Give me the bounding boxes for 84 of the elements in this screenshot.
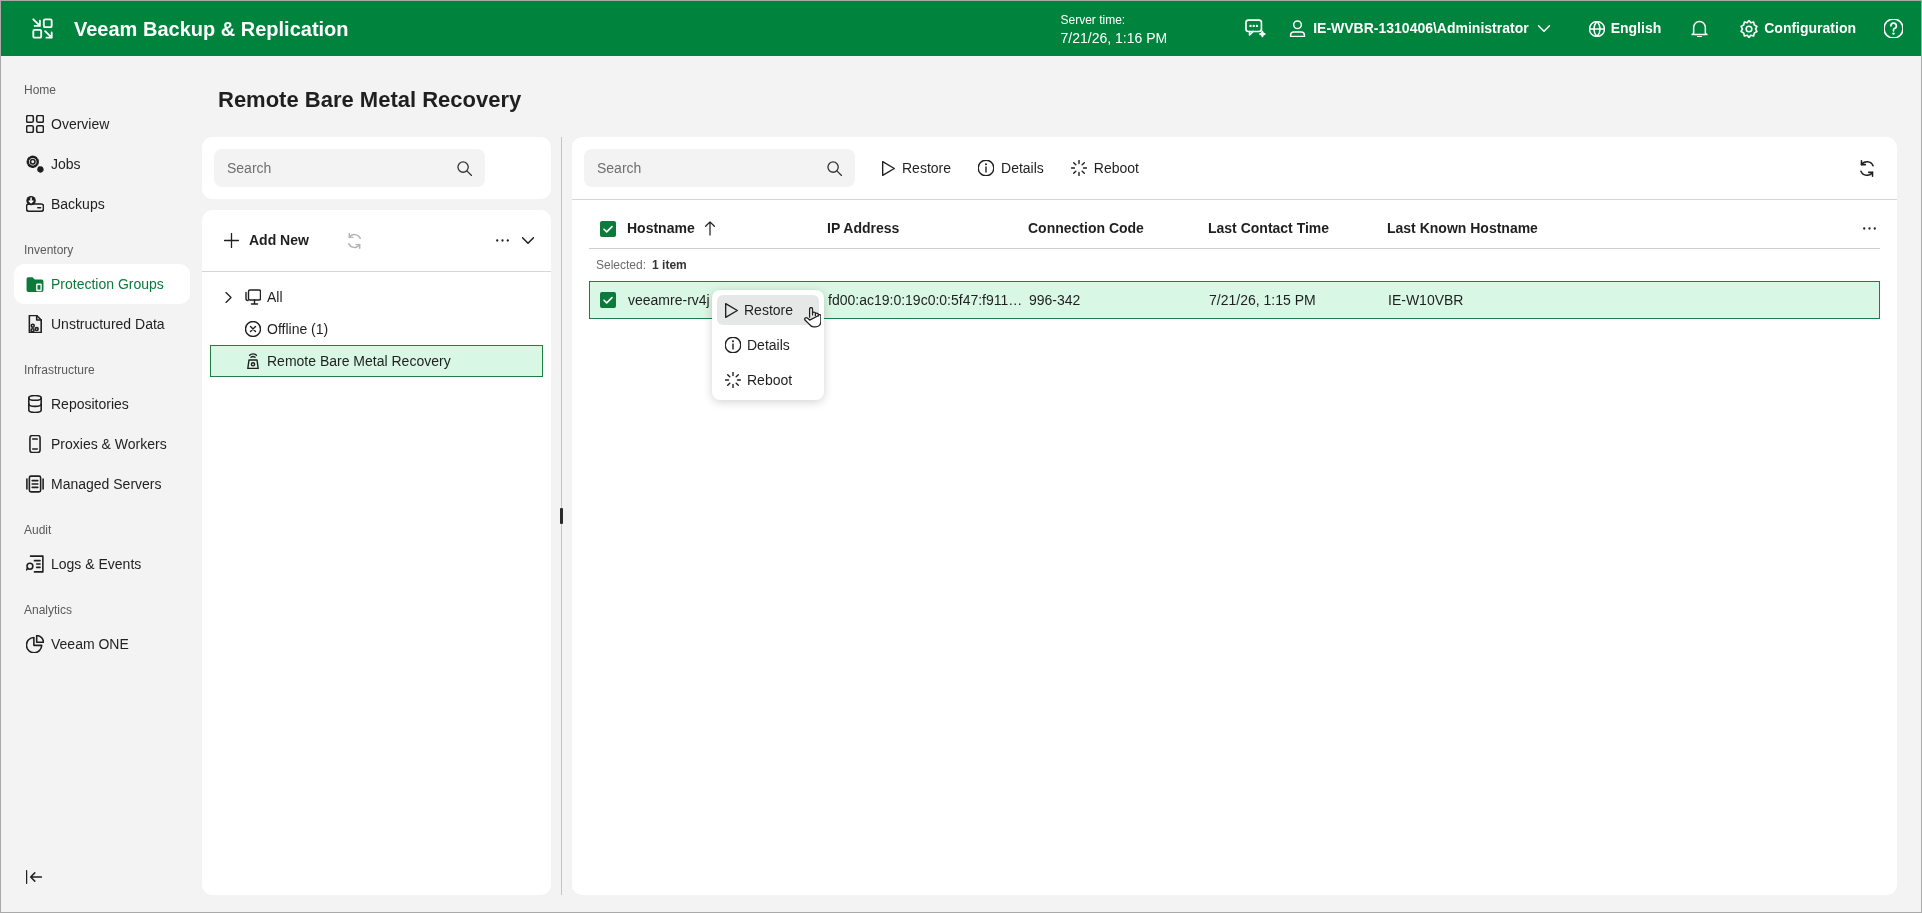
section-label: Home	[24, 83, 56, 97]
search-field[interactable]: Search	[584, 149, 855, 187]
column-header[interactable]: Connection Code	[1028, 218, 1144, 239]
sidebar-item[interactable]: Unstructured Data	[14, 304, 190, 344]
help-icon[interactable]	[1884, 19, 1903, 38]
table-cell-text: fd00:ac19:0:19c0:0:5f47:f911…	[828, 290, 1023, 310]
server-stack-icon	[26, 475, 44, 493]
play-icon	[882, 160, 895, 176]
gears-icon	[26, 155, 44, 173]
configuration-button[interactable]: Configuration	[1740, 10, 1856, 47]
search-icon	[827, 161, 842, 176]
chat-sparkle-icon[interactable]	[1245, 19, 1267, 38]
app-title: Veeam Backup & Replication	[74, 16, 349, 42]
info-icon	[978, 160, 995, 176]
toolbar-button[interactable]: Restore	[877, 152, 957, 184]
column-header[interactable]: Hostname	[627, 218, 715, 239]
sidebar-item[interactable]: Overview	[14, 104, 190, 144]
page-title: Remote Bare Metal Recovery	[218, 86, 522, 114]
server-time-value: 7/21/26, 1:16 PM	[1060, 28, 1168, 47]
tree-item[interactable]: Remote Bare Metal Recovery	[210, 345, 543, 377]
more-icon[interactable]	[1863, 227, 1876, 230]
sidebar-item[interactable]: Jobs	[14, 144, 190, 184]
sidebar-item[interactable]: Proxies & Workers	[14, 424, 190, 464]
pie-chart-icon	[26, 635, 44, 653]
checkbox[interactable]	[600, 220, 616, 237]
tree-item[interactable]: Offline (1)	[210, 313, 543, 345]
server-time-label: Server time:	[1060, 11, 1127, 29]
search-icon	[457, 161, 472, 176]
checkbox[interactable]	[600, 292, 616, 308]
hand-pointer-icon	[804, 307, 821, 328]
section-label: Analytics	[24, 603, 73, 617]
table-cell-text: IE-W10VBR	[1388, 290, 1464, 310]
monitor-icon	[245, 289, 261, 305]
chevron-right-icon[interactable]	[225, 291, 232, 303]
folder-icon	[26, 275, 44, 293]
arrow-up-icon[interactable]	[704, 221, 715, 236]
bell-icon[interactable]	[1691, 20, 1709, 37]
device-signal-icon	[245, 353, 261, 369]
table-cell-text: 7/21/26, 1:15 PM	[1209, 290, 1316, 310]
section-label: Audit	[24, 523, 52, 537]
resize-handle[interactable]	[560, 508, 563, 524]
column-header[interactable]: IP Address	[827, 218, 900, 239]
play-icon	[725, 302, 738, 318]
selection-count: 1 item	[652, 257, 687, 274]
chevron-down-icon[interactable]	[522, 237, 534, 244]
drive-download-icon	[26, 195, 44, 213]
chevron-down-icon	[1537, 25, 1550, 32]
selection-label: Selected:	[596, 257, 647, 274]
plus-icon	[224, 233, 239, 248]
sidebar-item[interactable]: Backups	[14, 184, 190, 224]
sidebar-item[interactable]: Managed Servers	[14, 464, 190, 504]
column-header[interactable]: Last Contact Time	[1208, 218, 1330, 239]
more-icon[interactable]	[496, 239, 509, 242]
sidebar-item[interactable]: Veeam ONE	[14, 624, 190, 664]
search-field[interactable]: Search	[214, 149, 485, 187]
sidebar-item[interactable]: Repositories	[14, 384, 190, 424]
table-cell-text: veeamre-rv4j	[628, 290, 710, 310]
document-search-icon	[26, 555, 44, 573]
toolbar-button[interactable]: Details	[973, 152, 1049, 184]
phone-icon	[26, 435, 44, 453]
language-button[interactable]: English	[1588, 10, 1662, 47]
info-icon	[725, 337, 741, 353]
globe-icon	[1588, 20, 1605, 37]
gear-icon	[1740, 19, 1759, 38]
section-label: Infrastructure	[24, 363, 95, 377]
grid-icon	[26, 115, 44, 133]
menu-item[interactable]: Restore	[717, 295, 819, 325]
user-menu-button[interactable]: IE-WVBR-1310406\Administrator	[1289, 10, 1550, 47]
database-icon	[26, 395, 44, 413]
tree-item[interactable]: All	[210, 281, 543, 313]
user-icon	[1289, 20, 1307, 37]
spinner-icon	[1070, 160, 1087, 176]
section-label: Inventory	[24, 243, 74, 257]
spinner-icon	[725, 372, 741, 388]
sidebar-item[interactable]: Logs & Events	[14, 544, 190, 584]
column-header[interactable]: Last Known Hostname	[1387, 218, 1538, 239]
table-cell-text: 996-342	[1029, 290, 1081, 310]
add-new-button[interactable]: Add New	[224, 224, 309, 257]
sidebar-item[interactable]: Protection Groups	[14, 264, 190, 304]
refresh-icon[interactable]	[1859, 159, 1875, 177]
logo-icon[interactable]	[32, 18, 53, 39]
collapse-icon[interactable]	[26, 870, 42, 884]
toolbar-button[interactable]: Reboot	[1065, 152, 1144, 184]
document-icon	[26, 315, 44, 333]
